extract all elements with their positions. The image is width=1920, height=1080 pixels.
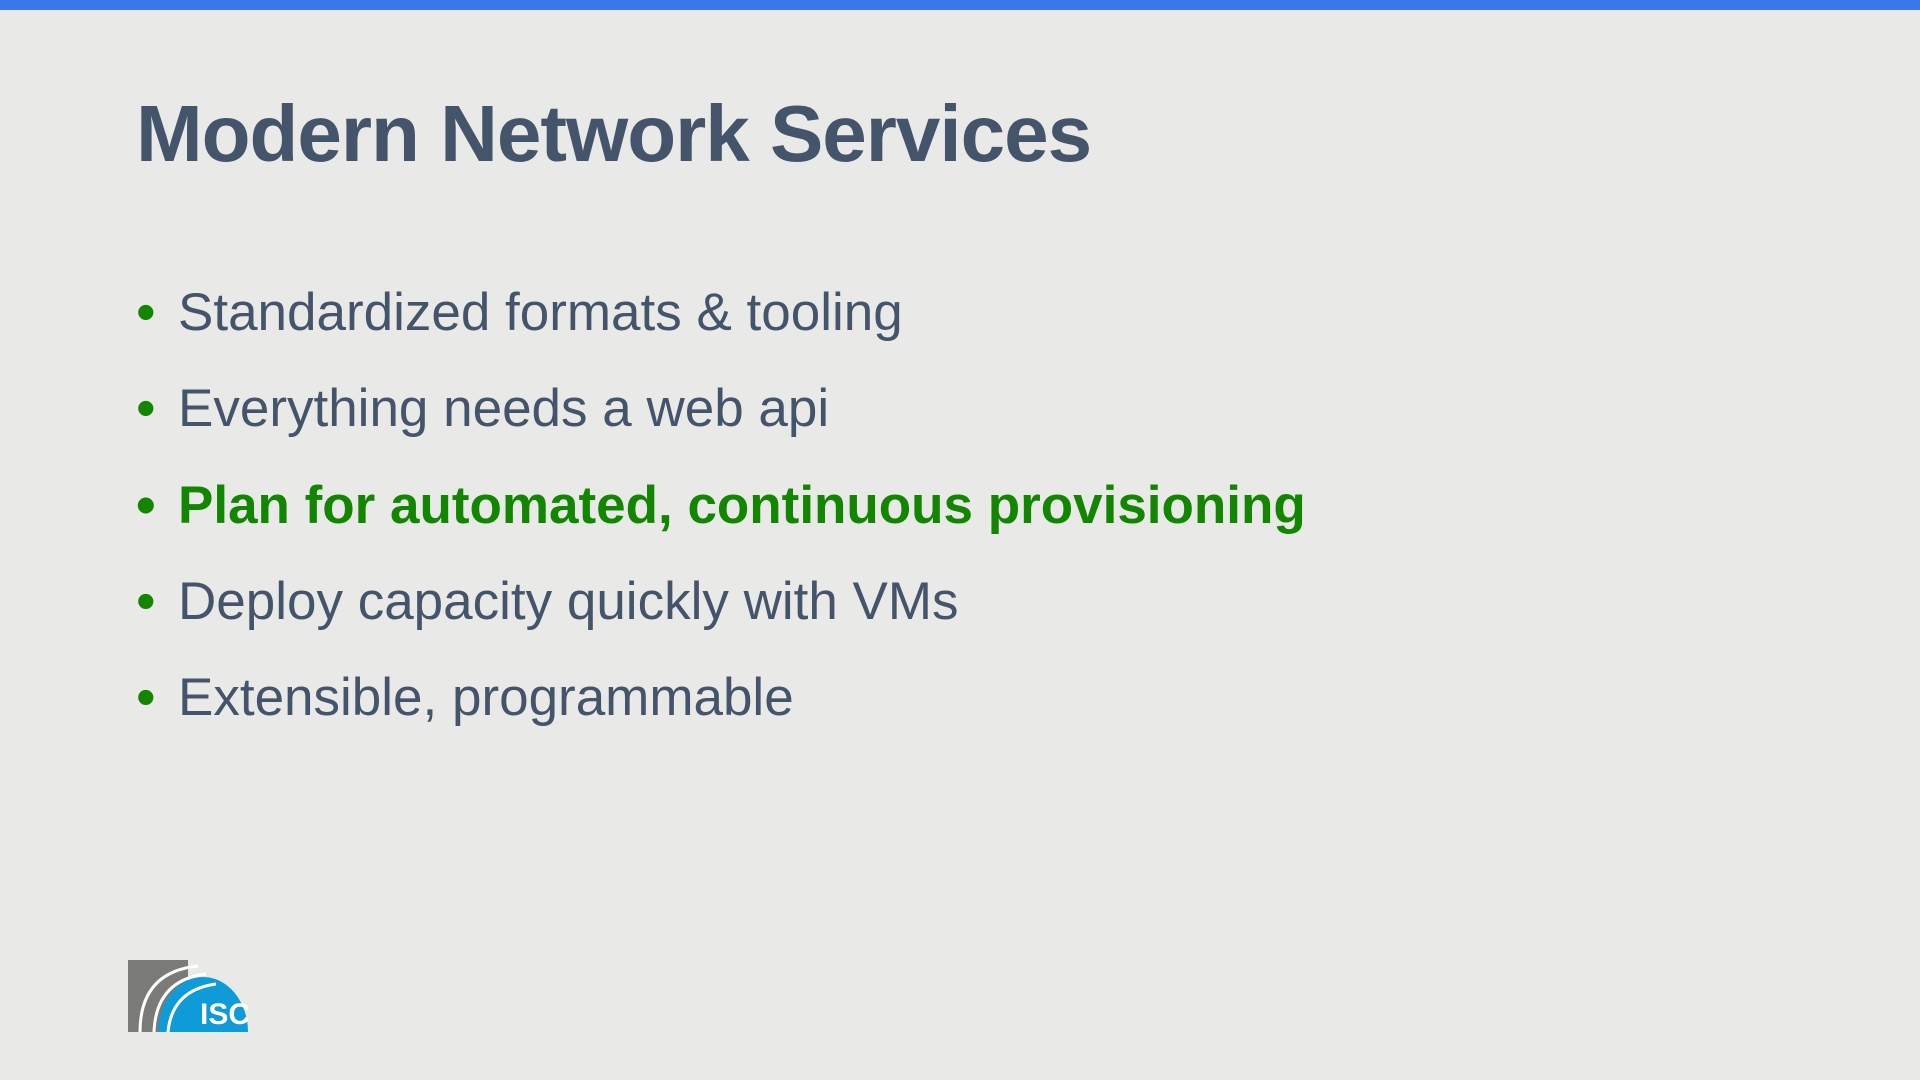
bullet-text: Everything needs a web api — [178, 379, 829, 438]
bullet-text: Plan for automated, continuous provision… — [178, 476, 1306, 535]
slide-title: Modern Network Services — [136, 88, 1800, 180]
accent-bar — [0, 0, 1920, 10]
bullet-text: Deploy capacity quickly with VMs — [178, 572, 959, 631]
bullet-item: Deploy capacity quickly with VMs — [136, 569, 1720, 635]
bullet-text: Extensible, programmable — [178, 668, 794, 727]
bullet-list: Standardized formats & tooling Everythin… — [136, 280, 1720, 761]
bullet-item: Everything needs a web api — [136, 376, 1720, 442]
bullet-item: Standardized formats & tooling — [136, 280, 1720, 346]
slide: Modern Network Services Standardized for… — [0, 0, 1920, 1080]
logo-text: ISC — [200, 998, 248, 1031]
bullet-text: Standardized formats & tooling — [178, 283, 903, 342]
bullet-item: Extensible, programmable — [136, 665, 1720, 731]
bullet-item: Plan for automated, continuous provision… — [136, 473, 1720, 539]
isc-logo: ISC — [128, 960, 248, 1032]
